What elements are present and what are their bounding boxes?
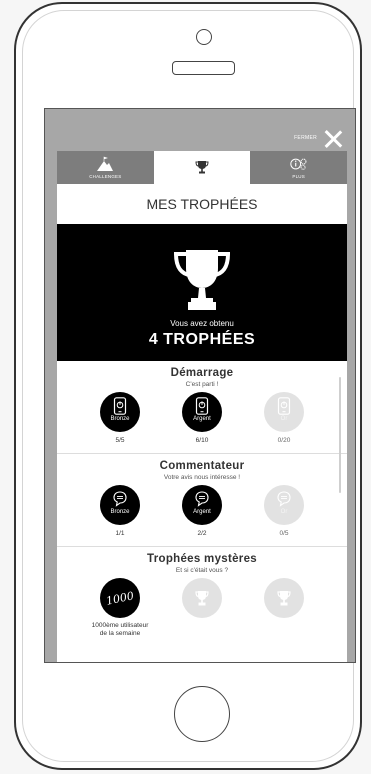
phone-power-icon — [195, 397, 209, 415]
medal-label: Or — [280, 509, 288, 515]
badge-row: Bronze 5/5 Argent 6/10 Or 0/20 — [57, 392, 347, 444]
trophy-summary: Vous avez obtenu 4 TROPHÉES — [57, 224, 347, 361]
medal-label: Bronze — [110, 509, 130, 515]
close-icon[interactable] — [323, 129, 343, 149]
badge-mystery — [254, 578, 314, 638]
home-button[interactable] — [174, 686, 230, 742]
medal-bronze[interactable]: Bronze — [100, 485, 140, 525]
phone-power-icon — [277, 397, 291, 415]
medal-bronze[interactable]: Bronze — [100, 392, 140, 432]
medal-mystery[interactable] — [264, 578, 304, 618]
section-commentateur: Commentateur Votre avis nous intéresse !… — [57, 454, 347, 547]
app-screen: FERMER CHALLENGES PLUS MES TROPHÉES Vous… — [44, 108, 356, 663]
section-mysteres: Trophées mystères Et si c'était vous ? 1… — [57, 547, 347, 640]
badge-progress: 2/2 — [197, 530, 207, 537]
medal-or[interactable]: Or — [264, 485, 304, 525]
medal-argent[interactable]: Argent — [182, 392, 222, 432]
scrollbar[interactable] — [339, 377, 341, 493]
page-title: MES TROPHÉES — [146, 196, 258, 212]
badge-progress: 0/20 — [277, 437, 291, 444]
trophy-icon — [277, 591, 291, 606]
section-title: Commentateur — [159, 460, 245, 472]
medal-1000[interactable]: 1000 — [100, 578, 140, 618]
medal-mystery[interactable] — [182, 578, 222, 618]
trophy-count: 4 TROPHÉES — [148, 331, 256, 348]
badge-bronze: Bronze 1/1 — [90, 485, 150, 537]
tab-trophies[interactable] — [153, 151, 251, 184]
close-label: FERMER — [294, 135, 317, 141]
medal-1000-label: 1000 — [104, 588, 136, 608]
speaker-grille — [172, 61, 235, 75]
badge-1000: 1000 1000ème utilisateur de la semaine — [90, 578, 150, 638]
tab-challenges[interactable]: CHALLENGES — [57, 151, 154, 184]
caption-line2: de la semaine — [99, 630, 141, 637]
more-info-gear-icon — [289, 158, 307, 170]
tab-plus[interactable]: PLUS — [250, 151, 347, 184]
medal-or[interactable]: Or — [264, 392, 304, 432]
camera-icon — [196, 29, 212, 45]
mountain-flag-icon — [97, 156, 114, 171]
tab-bar: CHALLENGES PLUS — [57, 151, 347, 184]
medal-label: Bronze — [110, 416, 130, 422]
section-title: Démarrage — [170, 367, 234, 379]
phone-power-icon — [113, 397, 127, 415]
trophies-panel: CHALLENGES PLUS MES TROPHÉES Vous avez o… — [57, 151, 347, 662]
badge-progress: 5/5 — [115, 437, 125, 444]
large-trophy-icon — [173, 250, 231, 310]
badge-progress: 0/5 — [279, 530, 289, 537]
top-bar: FERMER — [45, 109, 355, 151]
medal-label: Or — [280, 416, 288, 422]
section-subtitle: Et si c'était vous ? — [175, 567, 229, 574]
badge-row: 1000 1000ème utilisateur de la semaine — [57, 578, 347, 638]
hero-subtitle: Vous avez obtenu — [170, 319, 234, 328]
section-title: Trophées mystères — [147, 553, 257, 565]
badge-row: Bronze 1/1 Argent 2/2 Or 0/5 — [57, 485, 347, 537]
medal-label: Argent — [193, 416, 211, 422]
trophy-icon — [195, 591, 209, 606]
caption-line1: 1000ème utilisateur — [91, 622, 149, 629]
tab-label-plus: PLUS — [292, 174, 305, 179]
badge-mystery — [172, 578, 232, 638]
medal-label: Argent — [193, 509, 211, 515]
badge-argent: Argent 2/2 — [172, 485, 232, 537]
badge-progress: 6/10 — [195, 437, 209, 444]
badge-or: Or 0/20 — [254, 392, 314, 444]
badge-or: Or 0/5 — [254, 485, 314, 537]
badge-caption: 1000ème utilisateur de la semaine — [90, 622, 150, 638]
comment-bubble-icon — [195, 491, 209, 507]
section-subtitle: C'est parti ! — [185, 381, 219, 388]
trophy-icon — [195, 160, 209, 173]
badge-progress: 1/1 — [115, 530, 125, 537]
section-subtitle: Votre avis nous intéresse ! — [163, 474, 241, 481]
tab-label-challenges: CHALLENGES — [89, 174, 122, 179]
badge-bronze: Bronze 5/5 — [90, 392, 150, 444]
medal-argent[interactable]: Argent — [182, 485, 222, 525]
comment-bubble-icon — [277, 491, 291, 507]
section-demarrage: Démarrage C'est parti ! Bronze 5/5 Argen… — [57, 361, 347, 454]
badge-argent: Argent 6/10 — [172, 392, 232, 444]
comment-bubble-icon — [113, 491, 127, 507]
